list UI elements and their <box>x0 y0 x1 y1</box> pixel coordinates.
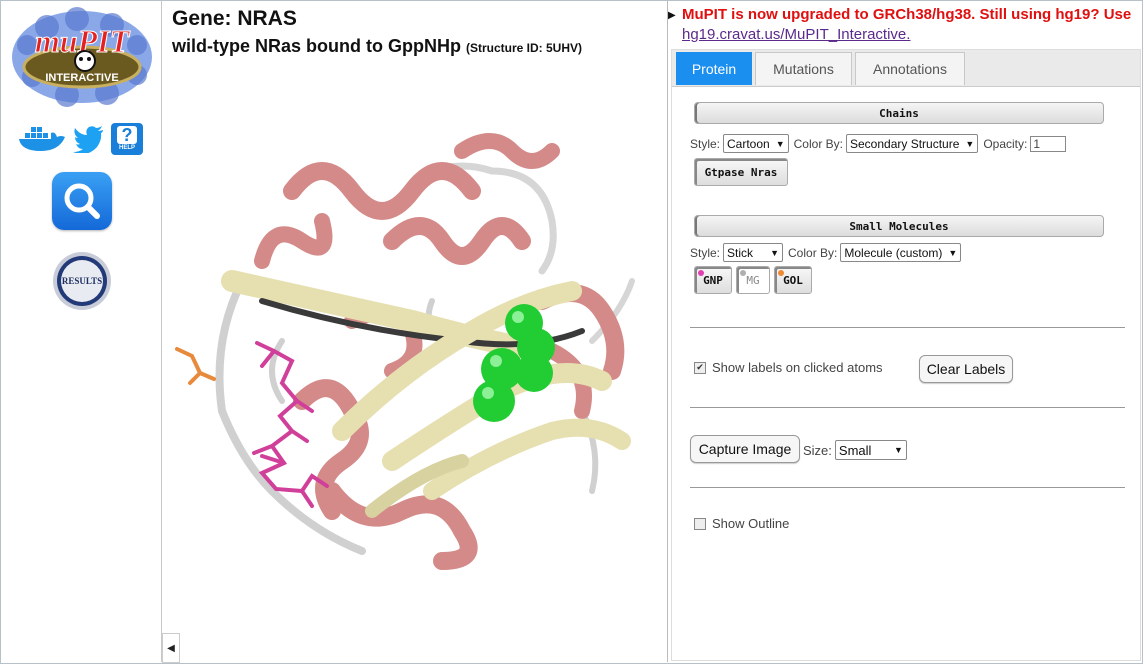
gol-color-dot <box>778 270 784 276</box>
molecule-gol-button[interactable]: GOL <box>774 266 812 294</box>
gnp-color-dot <box>698 270 704 276</box>
results-button[interactable]: RESULTS <box>52 251 112 311</box>
docker-icon[interactable] <box>17 125 67 153</box>
small-molecules-header[interactable]: Small Molecules <box>694 215 1104 237</box>
results-icon: RESULTS <box>53 252 111 310</box>
show-labels-checkbox[interactable]: ✔ <box>694 361 706 374</box>
molecules-style-row: Style: Stick ▼ Color By: Molecule (custom… <box>690 243 962 262</box>
clear-labels-button[interactable]: Clear Labels <box>919 355 1013 383</box>
hg19-link[interactable]: hg19.cravat.us/MuPIT_Interactive. <box>682 26 910 43</box>
tab-mutations[interactable]: Mutations <box>755 52 852 85</box>
capture-size-select[interactable]: Small ▼ <box>834 440 907 460</box>
tab-protein[interactable]: Protein <box>676 52 752 85</box>
opacity-input[interactable]: 1 <box>1030 135 1067 152</box>
opacity-label: Opacity: <box>983 136 1028 151</box>
molecules-color-label: Color By: <box>788 245 838 260</box>
molecules-style-label: Style: <box>690 245 721 260</box>
show-labels-row: ✔ Show labels on clicked atoms <box>694 360 883 375</box>
help-label: HELP <box>118 145 135 151</box>
chains-color-value: Secondary Structure <box>850 136 960 151</box>
capture-size-label: Size: <box>803 442 832 458</box>
show-outline-checkbox[interactable] <box>694 517 706 530</box>
search-button[interactable] <box>52 172 112 230</box>
chains-color-label: Color By: <box>793 136 843 151</box>
triangle-right-icon[interactable]: ▶ <box>668 6 682 25</box>
show-labels-text: Show labels on clicked atoms <box>712 360 883 375</box>
control-panel: ▶ MuPIT is now upgraded to GRCh38/hg38. S… <box>668 1 1142 662</box>
chains-style-label: Style: <box>690 136 721 151</box>
chains-style-select[interactable]: Cartoon ▼ <box>723 134 789 153</box>
caret-down-icon: ▼ <box>948 247 958 258</box>
capture-size-row: Size: Small ▼ <box>803 440 907 460</box>
mupit-logo[interactable]: muPIT INTERACTIVE <box>7 5 157 109</box>
tab-annotations[interactable]: Annotations <box>855 52 965 85</box>
mg-color-dot <box>740 270 746 276</box>
logo-subtext: INTERACTIVE <box>45 72 118 84</box>
tab-bar: Protein Mutations Annotations <box>672 50 1140 87</box>
molecule-gnp-button[interactable]: GNP <box>694 266 732 294</box>
show-outline-text: Show Outline <box>712 516 790 531</box>
divider <box>690 327 1125 328</box>
chains-header[interactable]: Chains <box>694 102 1104 124</box>
molecules-color-select[interactable]: Molecule (custom) ▼ <box>840 243 962 262</box>
chains-style-value: Cartoon <box>727 136 770 151</box>
molecules-color-value: Molecule (custom) <box>844 245 943 260</box>
molecules-style-select[interactable]: Stick ▼ <box>723 243 784 262</box>
chains-color-select[interactable]: Secondary Structure ▼ <box>846 134 979 153</box>
show-outline-row: Show Outline <box>694 516 789 531</box>
structure-subtitle: wild-type NRas bound to GppNHp (Structur… <box>172 36 582 57</box>
search-icon <box>64 183 100 219</box>
molecules-style-value: Stick <box>727 245 754 260</box>
upgrade-notice: ▶ MuPIT is now upgraded to GRCh38/hg38. S… <box>668 5 1131 44</box>
notice-text: MuPIT is now upgraded to GRCh38/hg38. St… <box>682 6 1132 23</box>
help-question-mark: ? <box>117 126 137 144</box>
capture-image-button[interactable]: Capture Image <box>690 435 800 463</box>
collapse-left-button[interactable]: ◀ <box>162 633 180 663</box>
sidebar: muPIT INTERACTIVE ? HELP RESULTS <box>1 1 162 662</box>
gene-title: Gene: NRAS <box>172 7 297 30</box>
molecule-gnp-label: GNP <box>703 273 723 287</box>
twitter-icon[interactable] <box>73 125 105 153</box>
chains-style-row: Style: Cartoon ▼ Color By: Secondary Stru… <box>690 134 1067 153</box>
molecule-mg-label: MG <box>746 273 760 287</box>
triangle-left-icon: ◀ <box>167 642 175 654</box>
structure-id: (Structure ID: 5UHV) <box>466 41 583 55</box>
divider <box>690 487 1125 488</box>
help-icon[interactable]: ? HELP <box>111 123 143 155</box>
molecule-mg-button[interactable]: MG <box>736 266 770 294</box>
chain-gtpase-nras-button[interactable]: Gtpase Nras <box>694 158 788 186</box>
capture-size-value: Small <box>838 442 872 458</box>
structure-name: wild-type NRas bound to GppNHp <box>172 36 461 56</box>
caret-down-icon: ▼ <box>775 138 785 149</box>
caret-down-icon: ▼ <box>965 138 975 149</box>
tab-panel: Protein Mutations Annotations Chains Sty… <box>671 49 1141 661</box>
structure-viewer: Gene: NRAS wild-type NRas bound to GppNH… <box>162 1 668 663</box>
caret-down-icon: ▼ <box>893 445 903 455</box>
protein-3d-canvas[interactable] <box>162 111 667 581</box>
results-label: RESULTS <box>62 276 102 286</box>
divider <box>690 407 1125 408</box>
caret-down-icon: ▼ <box>770 247 780 258</box>
social-icons: ? HELP <box>17 123 143 155</box>
molecule-gol-label: GOL <box>783 273 803 287</box>
